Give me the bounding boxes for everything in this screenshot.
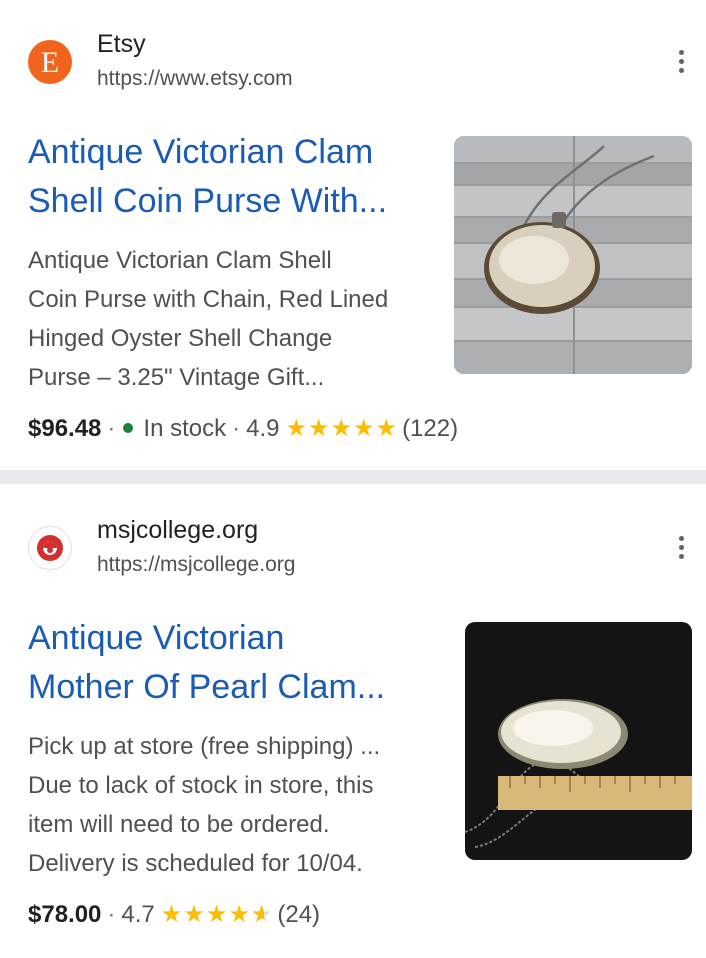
result-thumbnail-image[interactable]	[454, 136, 692, 374]
review-count: (24)	[277, 901, 321, 928]
result-title-link[interactable]: Antique Victorian Clam Shell Coin Purse …	[28, 128, 428, 226]
snippet-line: Due to lack of stock in store, this	[28, 772, 374, 799]
more-options-icon[interactable]	[668, 44, 694, 80]
search-result-msjcollege: msjcollege.org https://msjcollege.org An…	[0, 484, 706, 958]
msjcollege-favicon-icon[interactable]	[28, 526, 72, 570]
review-count: (122)	[402, 415, 459, 442]
separator: ·	[232, 415, 241, 442]
snippet-line: Antique Victorian Clam Shell	[28, 247, 332, 274]
price: $78.00	[28, 901, 102, 928]
site-name[interactable]: Etsy	[97, 30, 146, 59]
price: $96.48	[28, 415, 102, 442]
snippet-line: Pick up at store (free shipping) ...	[28, 733, 381, 760]
site-url[interactable]: https://msjcollege.org	[97, 553, 295, 577]
rating-value: 4.9	[246, 415, 280, 442]
result-snippet: Antique Victorian Clam Shell Coin Purse …	[28, 241, 438, 397]
search-result-etsy: E Etsy https://www.etsy.com Antique Vict…	[0, 0, 706, 470]
snippet-line: item will need to be ordered.	[28, 811, 330, 838]
snippet-line: Delivery is scheduled for 10/04.	[28, 850, 363, 877]
availability: In stock	[143, 415, 227, 442]
separator: ·	[107, 415, 116, 442]
in-stock-dot-icon	[123, 423, 134, 434]
result-snippet: Pick up at store (free shipping) ... Due…	[28, 727, 438, 883]
separator: ·	[107, 901, 116, 928]
result-title-line-1: Antique Victorian Clam	[28, 133, 374, 171]
site-url[interactable]: https://www.etsy.com	[97, 67, 293, 91]
result-title-link[interactable]: Antique Victorian Mother Of Pearl Clam..…	[28, 614, 428, 712]
result-title-line-2: Shell Coin Purse With...	[28, 182, 388, 220]
etsy-favicon-icon[interactable]: E	[28, 40, 72, 84]
rating-value: 4.7	[121, 901, 155, 928]
result-divider	[0, 470, 706, 484]
result-meta: $96.48 · In stock · 4.9 ★★★★★ (122)	[28, 414, 458, 443]
result-title-line-1: Antique Victorian	[28, 619, 285, 657]
result-title-line-2: Mother Of Pearl Clam...	[28, 668, 386, 706]
site-name[interactable]: msjcollege.org	[97, 516, 258, 545]
snippet-line: Hinged Oyster Shell Change	[28, 325, 333, 352]
result-meta: $78.00 · 4.7 ★★★★★ (24)	[28, 900, 320, 929]
star-rating-icon: ★★★★★	[285, 415, 399, 442]
snippet-line: Coin Purse with Chain, Red Lined	[28, 286, 389, 313]
more-options-icon[interactable]	[668, 530, 694, 566]
star-rating-icon: ★★★★★	[160, 901, 274, 928]
result-thumbnail-image[interactable]	[465, 622, 692, 860]
snippet-line: Purse – 3.25" Vintage Gift...	[28, 364, 325, 391]
etsy-favicon-letter: E	[41, 46, 59, 79]
